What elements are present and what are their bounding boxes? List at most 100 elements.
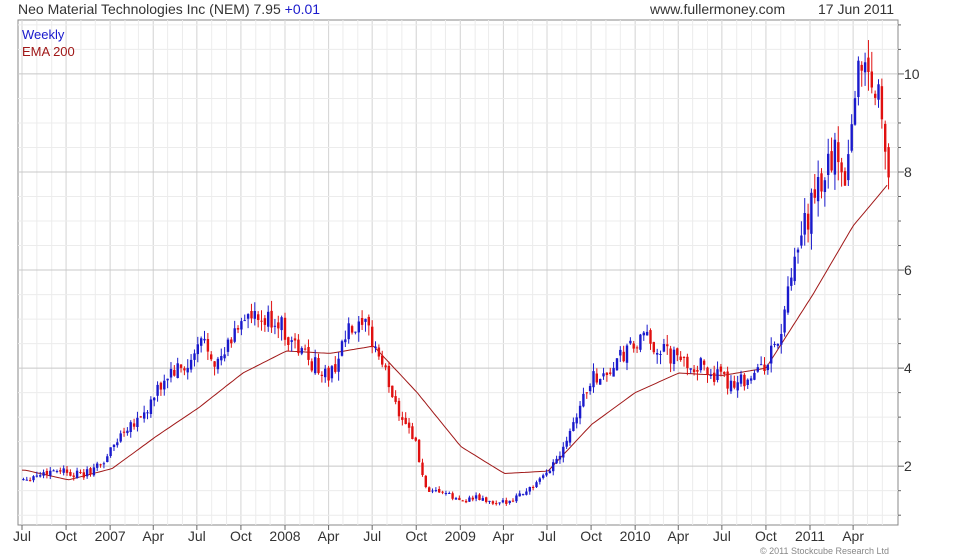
- candle-body: [642, 332, 645, 336]
- candle-body: [672, 349, 676, 364]
- candle-body: [414, 437, 417, 441]
- x-tick-label: 2010: [620, 528, 651, 544]
- candle-body: [542, 475, 545, 478]
- candle-body: [394, 396, 397, 402]
- candle-body: [619, 349, 622, 356]
- candle-body: [297, 339, 300, 354]
- candle-body: [391, 385, 394, 397]
- candle-body: [89, 468, 92, 475]
- candle-body: [793, 256, 796, 282]
- candle-body: [850, 124, 853, 151]
- candle-body: [287, 337, 290, 345]
- candle-body: [39, 475, 42, 477]
- candle-body: [501, 500, 505, 503]
- candle-body: [374, 346, 377, 349]
- candle-body: [283, 317, 287, 340]
- candle-body: [193, 353, 196, 360]
- x-tick-label: Jul: [13, 528, 31, 544]
- candle-body: [206, 339, 210, 352]
- x-tick-label: Oct: [405, 528, 427, 544]
- candle-body: [52, 470, 55, 472]
- candle-body: [746, 379, 749, 385]
- candle-body: [240, 321, 243, 330]
- candle-body: [330, 366, 334, 379]
- candle-body: [290, 340, 293, 342]
- y-tick-label: 10: [904, 66, 920, 82]
- candle-body: [139, 416, 142, 418]
- candle-body: [652, 342, 655, 353]
- x-tick-label: 2011: [795, 528, 825, 544]
- candle-body: [293, 338, 297, 341]
- candle-body: [277, 322, 280, 329]
- candle-body: [327, 367, 330, 381]
- candle-body: [257, 314, 260, 320]
- candle-body: [364, 318, 367, 322]
- candle-body: [55, 471, 59, 472]
- candle-body: [357, 321, 360, 333]
- candle-body: [692, 369, 696, 373]
- legend-weekly: Weekly: [22, 27, 65, 42]
- candle-body: [622, 351, 625, 362]
- candle-body: [686, 356, 689, 369]
- candle-body: [132, 423, 136, 427]
- candle-body: [35, 475, 38, 477]
- candle-body: [880, 86, 884, 120]
- legend-ema: EMA 200: [22, 44, 75, 59]
- candle-body: [253, 311, 256, 319]
- candle-body: [169, 368, 173, 378]
- candle-body: [515, 495, 518, 502]
- candle-body: [25, 479, 28, 481]
- x-tick-label: Oct: [55, 528, 77, 544]
- candle-body: [448, 493, 451, 494]
- candle-body: [428, 487, 431, 492]
- x-tick-label: Oct: [230, 528, 252, 544]
- candle-body: [159, 382, 163, 390]
- candle-body: [236, 328, 240, 330]
- candle-body: [109, 447, 112, 456]
- x-tick-label: Jul: [538, 528, 556, 544]
- candle-body: [163, 380, 166, 390]
- candle-body: [800, 235, 803, 246]
- candle-body: [28, 480, 32, 482]
- candle-body: [65, 469, 69, 473]
- candle-body: [85, 469, 89, 477]
- candle-body: [431, 490, 434, 492]
- x-tick-label: Apr: [667, 528, 689, 544]
- candle-body: [887, 147, 890, 178]
- candle-body: [632, 343, 635, 349]
- candle-body: [407, 422, 411, 428]
- candle-body: [806, 213, 810, 230]
- candle-body: [585, 392, 588, 394]
- candle-body: [843, 171, 847, 186]
- candle-body: [156, 384, 159, 396]
- candle-body: [82, 472, 85, 478]
- x-tick-label: 2007: [95, 528, 126, 544]
- candle-body: [525, 491, 528, 495]
- candle-body: [702, 360, 706, 365]
- candle-body: [468, 497, 471, 502]
- x-tick-label: Apr: [318, 528, 340, 544]
- candlestick-chart: Jul Oct 2007 Apr Jul Oct 2008 Apr Jul Oct 2009 Apr J…: [13, 19, 920, 544]
- candle-body: [116, 442, 119, 446]
- candle-body: [96, 463, 99, 468]
- candle-body: [243, 320, 246, 322]
- candle-body: [770, 345, 773, 364]
- candle-body: [615, 358, 619, 371]
- candle-body: [367, 316, 370, 326]
- candle-body: [605, 372, 609, 375]
- candle-body: [226, 339, 230, 352]
- candle-body: [508, 500, 511, 503]
- candle-body: [733, 381, 736, 388]
- candle-body: [639, 334, 642, 350]
- candle-body: [723, 372, 726, 374]
- candle-body: [763, 364, 766, 371]
- candle-body: [59, 470, 62, 472]
- candle-body: [729, 380, 733, 392]
- candle-body: [173, 369, 176, 376]
- y-tick-label: 6: [904, 262, 912, 278]
- candle-body: [186, 367, 189, 373]
- candle-body: [535, 482, 538, 488]
- candle-body: [749, 378, 753, 381]
- candle-body: [119, 433, 122, 442]
- candle-body: [656, 353, 659, 355]
